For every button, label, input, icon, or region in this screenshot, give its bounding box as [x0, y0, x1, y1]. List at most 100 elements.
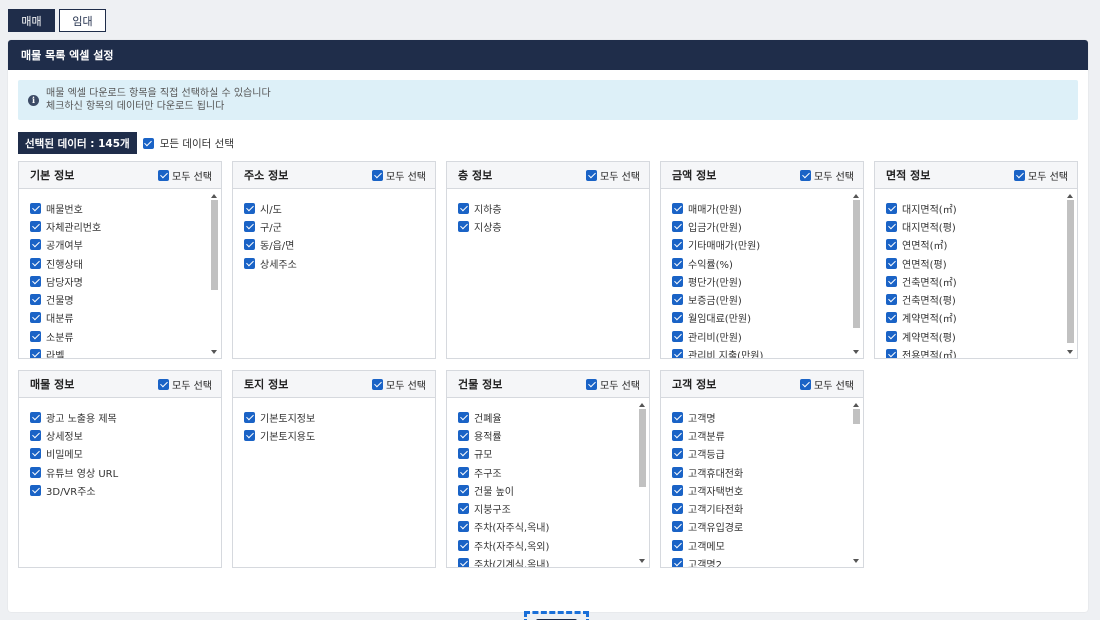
field-item[interactable]: 소분류 [30, 327, 221, 345]
field-checkbox[interactable] [672, 521, 683, 533]
field-checkbox[interactable] [30, 312, 41, 324]
field-checkbox[interactable] [672, 239, 683, 251]
scroll-thumb[interactable] [853, 409, 860, 424]
field-item[interactable]: 고객분류 [672, 426, 863, 444]
scrollbar[interactable] [210, 193, 219, 355]
field-item[interactable]: 계약면적(㎡) [886, 309, 1077, 327]
field-checkbox[interactable] [30, 294, 41, 306]
field-checkbox[interactable] [886, 257, 897, 269]
scroll-thumb[interactable] [211, 200, 218, 290]
field-item[interactable]: 월임대료(만원) [672, 309, 863, 327]
field-item[interactable]: 담당자명 [30, 272, 221, 290]
field-item[interactable]: 고객기타전화 [672, 499, 863, 517]
scroll-thumb[interactable] [1067, 200, 1074, 343]
select-all-toggle[interactable]: 모두 선택 [800, 168, 854, 183]
field-item[interactable]: 건물 높이 [458, 481, 649, 499]
scroll-down-arrow-icon[interactable] [639, 559, 645, 563]
field-checkbox[interactable] [30, 411, 41, 423]
scroll-thumb[interactable] [639, 409, 646, 487]
field-item[interactable]: 고객명 [672, 408, 863, 426]
field-item[interactable]: 3D/VR주소 [30, 481, 221, 499]
field-item[interactable]: 주차(기계식,옥내) [458, 554, 649, 567]
field-item[interactable]: 시/도 [244, 199, 435, 217]
field-item[interactable]: 주차(자주식,옥외) [458, 536, 649, 554]
field-item[interactable]: 고객메모 [672, 536, 863, 554]
scroll-down-arrow-icon[interactable] [853, 350, 859, 354]
field-checkbox[interactable] [30, 466, 41, 478]
field-item[interactable]: 연면적(㎡) [886, 236, 1077, 254]
select-all-toggle[interactable]: 모두 선택 [372, 377, 426, 392]
tab-sale[interactable]: 매매 [8, 9, 55, 32]
field-item[interactable]: 전용면적(㎡) [886, 345, 1077, 358]
field-checkbox[interactable] [672, 330, 683, 342]
field-item[interactable]: 지붕구조 [458, 499, 649, 517]
scrollbar[interactable] [852, 193, 861, 355]
select-all-checkbox[interactable] [1014, 169, 1026, 181]
field-checkbox[interactable] [672, 294, 683, 306]
field-item[interactable]: 유튜브 영상 URL [30, 463, 221, 481]
field-checkbox[interactable] [672, 349, 683, 358]
select-all-toggle[interactable]: 모두 선택 [586, 377, 640, 392]
field-checkbox[interactable] [30, 275, 41, 287]
scroll-up-arrow-icon[interactable] [639, 403, 645, 407]
field-checkbox[interactable] [244, 411, 255, 423]
scrollbar[interactable] [638, 402, 647, 564]
field-checkbox[interactable] [886, 202, 897, 214]
field-checkbox[interactable] [672, 312, 683, 324]
field-checkbox[interactable] [458, 503, 469, 515]
select-all-toggle[interactable]: 모두 선택 [372, 168, 426, 183]
select-all-toggle[interactable]: 모두 선택 [800, 377, 854, 392]
field-checkbox[interactable] [30, 429, 41, 441]
field-checkbox[interactable] [672, 484, 683, 496]
field-item[interactable]: 광고 노출용 제목 [30, 408, 221, 426]
field-item[interactable]: 평단가(만원) [672, 272, 863, 290]
field-item[interactable]: 입금가(만원) [672, 217, 863, 235]
select-all-label[interactable]: 모두 선택 [814, 168, 854, 183]
scroll-up-arrow-icon[interactable] [1067, 194, 1073, 198]
select-all-label[interactable]: 모두 선택 [172, 168, 212, 183]
field-item[interactable]: 용적률 [458, 426, 649, 444]
field-item[interactable]: 건물명 [30, 290, 221, 308]
field-checkbox[interactable] [886, 220, 897, 232]
field-item[interactable]: 관리비(만원) [672, 327, 863, 345]
field-checkbox[interactable] [458, 202, 469, 214]
select-all-checkbox[interactable] [372, 378, 384, 390]
field-item[interactable]: 구/군 [244, 217, 435, 235]
field-checkbox[interactable] [672, 257, 683, 269]
field-item[interactable]: 지상층 [458, 217, 649, 235]
select-all-label[interactable]: 모두 선택 [172, 377, 212, 392]
scroll-down-arrow-icon[interactable] [853, 559, 859, 563]
field-item[interactable]: 라벨 [30, 345, 221, 358]
field-checkbox[interactable] [672, 429, 683, 441]
select-all-label[interactable]: 모두 선택 [386, 377, 426, 392]
field-item[interactable]: 지하층 [458, 199, 649, 217]
field-checkbox[interactable] [886, 330, 897, 342]
field-checkbox[interactable] [244, 257, 255, 269]
field-item[interactable]: 고객휴대전화 [672, 463, 863, 481]
field-checkbox[interactable] [886, 294, 897, 306]
select-all-checkbox[interactable] [158, 169, 170, 181]
field-item[interactable]: 비밀메모 [30, 445, 221, 463]
field-item[interactable]: 주구조 [458, 463, 649, 481]
select-all-toggle[interactable]: 모두 선택 [586, 168, 640, 183]
field-checkbox[interactable] [244, 239, 255, 251]
field-item[interactable]: 상세주소 [244, 254, 435, 272]
select-all-label[interactable]: 모두 선택 [814, 377, 854, 392]
select-all-checkbox[interactable] [586, 169, 598, 181]
field-checkbox[interactable] [30, 349, 41, 358]
field-item[interactable]: 기타매매가(만원) [672, 236, 863, 254]
field-checkbox[interactable] [458, 411, 469, 423]
field-item[interactable]: 건폐율 [458, 408, 649, 426]
field-item[interactable]: 연면적(평) [886, 254, 1077, 272]
field-item[interactable]: 자체관리번호 [30, 217, 221, 235]
field-item[interactable]: 진행상태 [30, 254, 221, 272]
select-all-data-label[interactable]: 모든 데이터 선택 [160, 136, 234, 151]
field-checkbox[interactable] [672, 503, 683, 515]
field-checkbox[interactable] [672, 202, 683, 214]
field-item[interactable]: 대분류 [30, 309, 221, 327]
scroll-up-arrow-icon[interactable] [211, 194, 217, 198]
field-checkbox[interactable] [458, 558, 469, 567]
field-checkbox[interactable] [458, 220, 469, 232]
field-item[interactable]: 보증금(만원) [672, 290, 863, 308]
scroll-down-arrow-icon[interactable] [211, 350, 217, 354]
